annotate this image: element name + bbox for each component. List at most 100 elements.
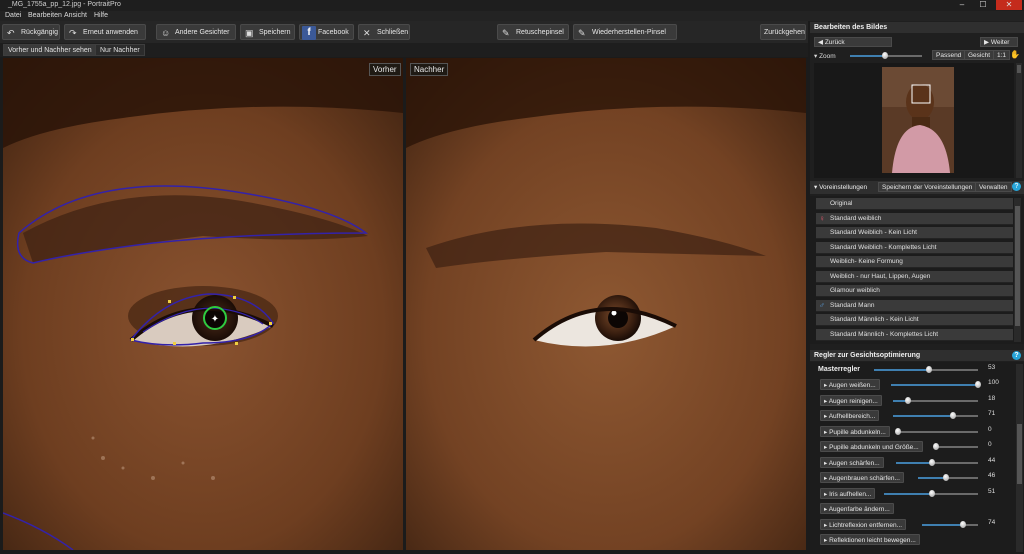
close-window-button[interactable]: ✕ (996, 0, 1022, 10)
slider-expand-button[interactable]: ▸ Augenfarbe ändern... (820, 503, 894, 514)
slider-knob[interactable] (895, 427, 901, 435)
slider-expand-button[interactable]: ▸ Augen schärfen... (820, 456, 884, 468)
navigator-scrollbar[interactable] (1016, 63, 1022, 178)
slider-row: ▸ Augen weißen... 100 (816, 378, 1016, 392)
slider-expand-button[interactable]: ▸ Augen weißen... (820, 379, 880, 390)
redo-button[interactable]: ↷ Erneut anwenden (64, 24, 146, 40)
slider-knob[interactable] (950, 412, 957, 419)
zoom-slider[interactable] (850, 52, 922, 59)
slider-knob[interactable] (933, 443, 939, 450)
save-presets-button[interactable]: Speichern der Voreinstellungen (878, 182, 977, 192)
presets-toggle[interactable]: ▾ Voreinstellungen (814, 183, 867, 191)
sliders-scrollbar[interactable] (1016, 364, 1023, 552)
slider-expand-button[interactable]: ▸ Augenbrauen schärfen... (820, 472, 904, 483)
slider-knob[interactable] (929, 458, 936, 466)
slider-knob[interactable] (960, 520, 967, 528)
slider-track[interactable] (896, 458, 978, 466)
slider-track[interactable] (893, 412, 978, 419)
slider-knob[interactable] (942, 474, 949, 481)
slider-track[interactable] (933, 443, 978, 450)
slider-row: ▸ Augenbrauen schärfen... 46 (816, 471, 1016, 485)
slider-row: ▸ Iris aufhellen... 51 (816, 487, 1016, 501)
zoom-1-1-button[interactable]: 1:1 (993, 50, 1011, 60)
slider-track[interactable] (918, 474, 978, 481)
slider-track[interactable] (895, 427, 978, 435)
presets-help-icon[interactable]: ? (1012, 182, 1021, 191)
menu-ansicht[interactable]: Ansicht (64, 12, 87, 19)
undo-button[interactable]: ↶ Rückgängig (2, 24, 60, 40)
navigator-thumbnail[interactable] (882, 67, 954, 173)
preset-item[interactable]: Standard Männlich - Kein Licht (816, 314, 1013, 326)
preset-item[interactable]: Standard Männlich - Komplettes Licht (816, 328, 1013, 341)
sliders-help-icon[interactable]: ? (1012, 351, 1021, 360)
restore-brush-button[interactable]: ✎ Wiederherstellen-Pinsel (573, 24, 677, 40)
after-image-pane[interactable]: Nachher (406, 58, 806, 550)
go-back-button[interactable]: Zurückgehen (760, 24, 806, 40)
tab-before-after[interactable]: Vorher und Nachher sehen (3, 44, 97, 56)
hand-icon[interactable]: ✋ (1010, 50, 1020, 59)
menu-datei[interactable]: Datei (5, 12, 21, 19)
slider-track[interactable] (891, 381, 981, 388)
preset-item[interactable]: Standard Weiblich - Kein Licht (816, 227, 1013, 239)
slider-label: Augen weißen... (828, 382, 876, 389)
before-image-pane[interactable]: ✦ Vorher (3, 58, 403, 550)
save-button[interactable]: ▣ Speichern (240, 24, 295, 40)
slider-value: 0 (988, 441, 992, 448)
zoom-slider-knob[interactable] (881, 52, 888, 59)
slider-expand-button[interactable]: ▸ Lichtreflexion entfernen... (820, 518, 907, 530)
slider-expand-button[interactable]: ▸ Augen reinigen... (820, 394, 882, 406)
retouch-brush-button[interactable]: ✎ Retuschepinsel (497, 24, 569, 40)
master-slider[interactable] (874, 366, 978, 373)
male-icon: ♂ (819, 300, 825, 310)
brush-icon: ✎ (502, 28, 510, 38)
preset-item[interactable]: Standard Weiblich - Komplettes Licht (816, 241, 1013, 254)
slider-label: Aufhellbereich... (828, 413, 876, 420)
menu-hilfe[interactable]: Hilfe (94, 12, 108, 19)
slider-track[interactable] (893, 396, 978, 404)
preset-item[interactable]: ♀ Standard weiblich (816, 212, 1013, 225)
slider-knob[interactable] (928, 489, 935, 497)
slider-track[interactable] (922, 520, 978, 528)
edit-image-header: Bearbeiten des Bildes (810, 22, 1024, 33)
prev-image-button[interactable]: ◀ Zurück (814, 37, 892, 47)
close-button[interactable]: ✕ Schließen (358, 24, 410, 40)
menu-bar: Datei Bearbeiten Ansicht Hilfe (0, 11, 1024, 21)
preset-item[interactable]: Original (816, 198, 1013, 210)
presets-scrollbar[interactable] (1014, 198, 1021, 342)
manage-presets-button[interactable]: Verwalten (975, 182, 1012, 192)
preset-label: Standard Männlich - Komplettes Licht (830, 330, 939, 338)
slider-expand-button[interactable]: ▸ Iris aufhellen... (820, 487, 876, 499)
window-title: _MG_1755a_pp_12.jpg - PortraitPro (8, 1, 121, 8)
minimize-button[interactable]: – (952, 0, 972, 10)
slider-expand-button[interactable]: ▸ Aufhellbereich... (820, 410, 880, 421)
preset-label: Weiblich- Keine Formung (830, 258, 903, 265)
face-zoom-button[interactable]: Gesicht (964, 50, 995, 60)
menu-bearbeiten[interactable]: Bearbeiten (28, 12, 62, 19)
slider-knob[interactable] (905, 396, 912, 404)
slider-row: ▸ Reflektionen leicht bewegen... (816, 533, 1016, 547)
preset-label: Standard weiblich (830, 214, 882, 222)
fit-button[interactable]: Passend (932, 50, 966, 60)
master-slider-knob[interactable] (926, 366, 933, 373)
faces-icon: ☺ (161, 28, 171, 38)
slider-knob[interactable] (975, 381, 981, 388)
slider-expand-button[interactable]: ▸ Pupille abdunkeln und Größe... (820, 441, 923, 452)
facebook-button[interactable]: f Facebook (299, 24, 354, 40)
tab-after-only[interactable]: Nur Nachher (95, 44, 145, 56)
after-label: Nachher (410, 63, 449, 76)
other-faces-button[interactable]: ☺ Andere Gesichter (156, 24, 236, 40)
zoom-label: ▾ Zoom (814, 53, 836, 60)
master-slider-label: Masterregler (818, 366, 861, 373)
preset-item[interactable]: Weiblich - nur Haut, Lippen, Augen (816, 270, 1013, 283)
slider-expand-button[interactable]: ▸ Reflektionen leicht bewegen... (820, 534, 920, 545)
svg-text:✦: ✦ (211, 314, 219, 325)
preset-item[interactable]: Weiblich- Keine Formung (816, 256, 1013, 268)
slider-track[interactable] (884, 489, 978, 497)
after-face-image[interactable] (406, 58, 806, 550)
preset-item[interactable]: ♂ Standard Mann (816, 299, 1013, 312)
next-image-button[interactable]: ▶ Weiter (980, 37, 1018, 47)
slider-expand-button[interactable]: ▸ Pupille abdunkeln... (820, 425, 890, 437)
preset-item[interactable]: Glamour weiblich (816, 285, 1013, 297)
maximize-button[interactable]: ☐ (973, 0, 993, 10)
before-face-image[interactable]: ✦ (3, 58, 403, 550)
